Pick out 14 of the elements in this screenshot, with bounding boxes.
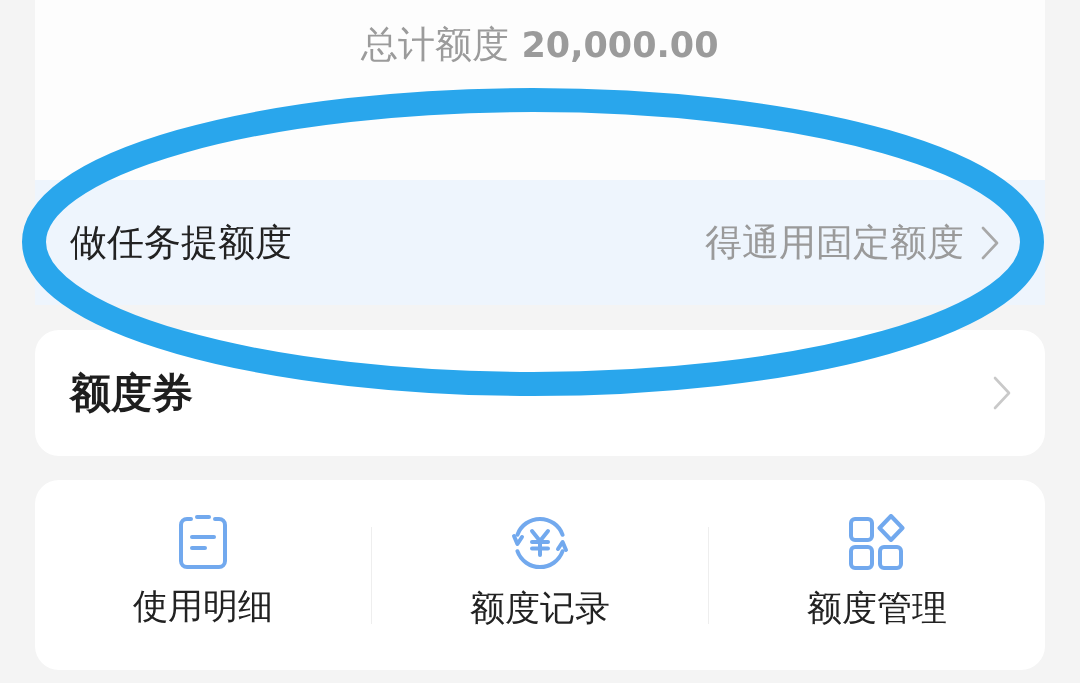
document-icon (177, 514, 229, 570)
shortcut-button[interactable]: 额度记录 (470, 514, 610, 628)
task-title: 做任务提额度 (70, 219, 292, 266)
shortcut-button[interactable]: 使用明细 (133, 514, 273, 626)
apps-grid-icon (848, 514, 906, 572)
task-row[interactable]: 做任务提额度 得通用固定额度 (35, 180, 1045, 305)
yuan-cycle-icon (511, 514, 569, 572)
coupon-title: 额度券 (70, 367, 193, 419)
task-hint: 得通用固定额度 (705, 219, 964, 266)
chevron-right-icon (992, 375, 1012, 411)
chevron-right-icon (980, 224, 1000, 261)
shortcut-button[interactable]: 额度管理 (807, 514, 947, 628)
total-quota-amount: 20,000.00 (521, 24, 719, 67)
total-quota-label: 总计额度 (361, 22, 510, 68)
